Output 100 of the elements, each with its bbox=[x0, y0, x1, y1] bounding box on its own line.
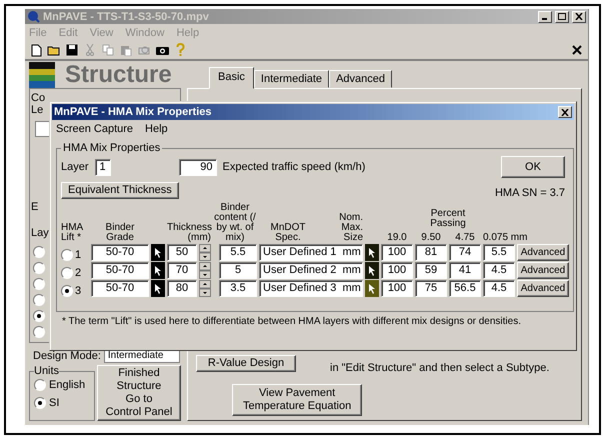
column-header: 9.50 bbox=[420, 233, 442, 243]
binder-grade-field[interactable]: 50-70 bbox=[91, 280, 149, 297]
percent-passing-field[interactable]: 100 bbox=[381, 262, 413, 279]
app-logo-icon bbox=[27, 10, 40, 24]
close-icon[interactable] bbox=[570, 43, 584, 58]
picker-button[interactable] bbox=[365, 244, 379, 261]
close-icon bbox=[575, 13, 583, 20]
radio-button[interactable] bbox=[34, 397, 46, 410]
binder-content-field[interactable]: 5 bbox=[219, 262, 257, 279]
layer-field: 1 bbox=[94, 158, 111, 176]
unit-option[interactable]: English bbox=[34, 379, 90, 392]
tab[interactable]: Intermediate bbox=[254, 70, 330, 88]
menu-item[interactable]: Screen Capture bbox=[56, 123, 134, 135]
radio-button[interactable] bbox=[61, 285, 73, 297]
footnote: * The term "Lift" is used here to differentiate between HMA layers with different mix designs or densities. bbox=[62, 316, 522, 327]
picker-button[interactable] bbox=[151, 262, 165, 279]
binder-grade-field[interactable]: 50-70 bbox=[91, 262, 149, 279]
radio-button[interactable] bbox=[61, 267, 73, 279]
percent-passing-field[interactable]: 59 bbox=[415, 262, 447, 279]
column-header: Binder Grade bbox=[104, 223, 136, 243]
group-label: HMA Mix Properties bbox=[62, 142, 162, 154]
percent-passing-field[interactable]: 75 bbox=[415, 280, 447, 297]
close-button[interactable] bbox=[572, 10, 586, 23]
percent-passing-field[interactable]: 4.5 bbox=[483, 280, 515, 297]
radio-button[interactable] bbox=[33, 262, 45, 274]
menu-item[interactable]: Help bbox=[145, 123, 168, 135]
percent-passing-field[interactable]: 5.5 bbox=[483, 244, 515, 261]
column-header: 4.75 bbox=[454, 233, 476, 243]
maximize-icon bbox=[558, 13, 566, 20]
percent-passing-field[interactable]: 81 bbox=[415, 244, 447, 261]
mix-spec-field[interactable]: User Defined 3 mm bbox=[259, 280, 363, 297]
layer-label: Layer bbox=[61, 161, 89, 173]
percent-passing-field[interactable]: 4.5 bbox=[483, 262, 515, 279]
label-fragment: Co bbox=[31, 93, 46, 104]
layers-icon bbox=[29, 62, 55, 88]
radio-button[interactable] bbox=[33, 310, 45, 322]
binder-content-field[interactable]: 5.5 bbox=[219, 244, 257, 261]
tab[interactable]: Advanced bbox=[329, 70, 392, 88]
picker-button[interactable] bbox=[151, 244, 165, 261]
radio-button[interactable] bbox=[33, 278, 45, 290]
paste-icon[interactable] bbox=[119, 43, 133, 58]
lift-number: 3 bbox=[75, 285, 82, 297]
percent-passing-field[interactable]: 100 bbox=[381, 244, 413, 261]
percent-passing-field[interactable]: 41 bbox=[449, 262, 481, 279]
advanced-button[interactable]: Advanced bbox=[517, 280, 569, 297]
design-mode-label: Design Mode: bbox=[33, 350, 101, 362]
picker-button[interactable] bbox=[151, 280, 165, 297]
radio-button[interactable] bbox=[33, 326, 45, 338]
save-icon[interactable] bbox=[65, 43, 79, 58]
r-value-design-button[interactable]: R-Value Design bbox=[196, 354, 296, 372]
binder-content-field[interactable]: 3.5 bbox=[219, 280, 257, 297]
radio-button[interactable] bbox=[61, 249, 73, 261]
binder-grade-field[interactable]: 50-70 bbox=[91, 244, 149, 261]
column-header: 19.0 bbox=[386, 233, 408, 243]
radio-button[interactable] bbox=[33, 294, 45, 306]
hint-text: in "Edit Structure" and then select a Subtype. bbox=[330, 362, 550, 374]
column-header: Percent Passing bbox=[429, 209, 467, 229]
column-header: Nom. Max. Size bbox=[338, 213, 363, 243]
equivalent-thickness-button[interactable]: Equivalent Thickness bbox=[61, 182, 179, 199]
speed-field[interactable]: 90 bbox=[178, 158, 217, 176]
close-button[interactable] bbox=[558, 106, 572, 118]
picker-button[interactable] bbox=[365, 280, 379, 297]
advanced-button[interactable]: Advanced bbox=[517, 244, 569, 261]
radio-button[interactable] bbox=[34, 379, 46, 392]
percent-passing-field[interactable]: 74 bbox=[449, 244, 481, 261]
spinner-icon[interactable] bbox=[199, 262, 211, 279]
column-header: Binder content (/ by wt. of mix) bbox=[213, 203, 257, 243]
column-header: Thickness (mm) bbox=[167, 223, 211, 243]
radio-button[interactable] bbox=[33, 246, 45, 258]
temperature-equation-button[interactable]: View Pavement Temperature Equation bbox=[232, 384, 362, 416]
column-header: 0.075 mm bbox=[483, 233, 528, 243]
document-icon[interactable] bbox=[29, 43, 43, 58]
mix-spec-field[interactable]: User Defined 2 mm bbox=[259, 262, 363, 279]
picker-button[interactable] bbox=[365, 262, 379, 279]
column-header: HMA Lift * bbox=[61, 223, 84, 243]
control-panel-button[interactable]: Finished Structure Go to Control Panel bbox=[97, 365, 181, 422]
thickness-field[interactable]: 70 bbox=[167, 262, 197, 279]
ok-button[interactable]: OK bbox=[501, 156, 565, 178]
tab[interactable]: Basic bbox=[209, 67, 254, 90]
group-label: E bbox=[31, 202, 38, 214]
spinner-icon[interactable] bbox=[199, 244, 211, 261]
unit-option[interactable]: SI bbox=[34, 397, 90, 410]
spinner-icon[interactable] bbox=[199, 280, 211, 297]
thickness-field[interactable]: 50 bbox=[167, 244, 197, 261]
lift-number: 2 bbox=[75, 267, 82, 279]
minimize-button[interactable] bbox=[538, 10, 552, 23]
column-header: MnDOT Spec. bbox=[270, 223, 306, 243]
percent-passing-field[interactable]: 100 bbox=[381, 280, 413, 297]
units-label: Units bbox=[34, 365, 60, 378]
mix-spec-field[interactable]: User Defined 1 mm bbox=[259, 244, 363, 261]
thickness-field[interactable]: 80 bbox=[167, 280, 197, 297]
speed-label: Expected traffic speed (km/h) bbox=[222, 161, 366, 173]
section-title: Structure bbox=[65, 62, 173, 88]
dialog-title: MnPAVE - HMA Mix Properties bbox=[54, 106, 212, 118]
advanced-button[interactable]: Advanced bbox=[517, 262, 569, 279]
close-icon bbox=[561, 108, 569, 116]
maximize-button[interactable] bbox=[555, 10, 569, 23]
layer-label: Lay bbox=[31, 228, 49, 240]
percent-passing-field[interactable]: 56.5 bbox=[449, 280, 481, 297]
window-title: MnPAVE - TTS-T1-S3-50-70.mpv bbox=[43, 10, 210, 23]
